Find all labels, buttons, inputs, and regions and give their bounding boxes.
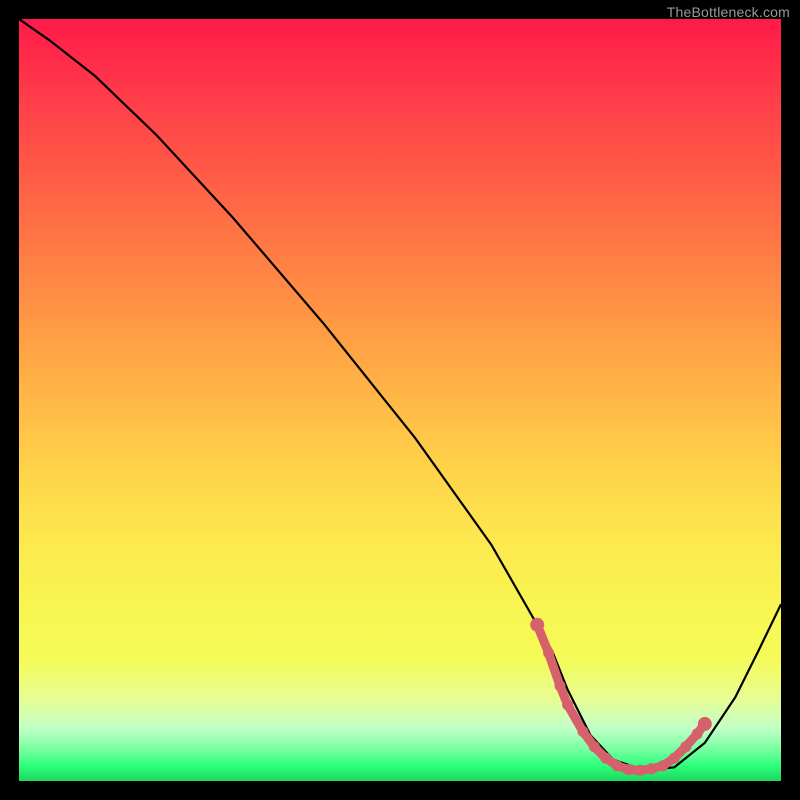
highlight-marker-dot — [635, 765, 646, 776]
gradient-plot-area — [19, 19, 781, 781]
highlight-marker-dot — [589, 741, 600, 752]
page-frame: TheBottleneck.com — [0, 0, 800, 800]
highlight-marker-dot — [530, 618, 544, 632]
highlight-marker-dot — [698, 717, 712, 731]
highlight-markers — [530, 618, 712, 776]
chart-overlay — [19, 19, 781, 781]
bottleneck-curve — [19, 19, 781, 770]
highlight-marker-dot — [680, 741, 691, 752]
highlight-marker-dot — [669, 753, 680, 764]
highlight-marker-dot — [543, 648, 554, 659]
highlight-marker-dot — [577, 726, 588, 737]
highlight-marker-dot — [600, 753, 611, 764]
highlight-marker-dot — [657, 760, 668, 771]
highlight-marker-dot — [623, 764, 634, 775]
highlight-marker-dot — [612, 760, 623, 771]
highlight-marker-dot — [646, 763, 657, 774]
highlight-marker-dot — [692, 728, 703, 739]
highlight-marker-dot — [555, 680, 566, 691]
highlight-marker-band — [537, 625, 705, 771]
highlight-marker-dot — [562, 699, 573, 710]
watermark-label: TheBottleneck.com — [667, 4, 790, 20]
